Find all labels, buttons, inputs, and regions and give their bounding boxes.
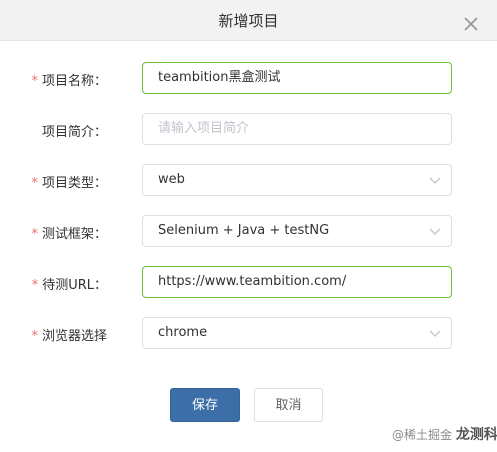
chevron-down-icon [429,330,441,337]
project-name-label: * 项目名称： [31,74,107,89]
watermark-prefix: @稀土掘金 [392,428,453,442]
form-row-project-description: 项目简介： 请输入项目简介 [0,113,497,147]
project-type-label: * 项目类型： [31,176,107,191]
target-url-label: * 待测URL： [31,278,107,293]
dialog-header: 新增项目 [0,0,497,41]
project-name-input[interactable]: teambition黑盒测试 [142,62,452,94]
save-button[interactable]: 保存 [170,388,240,422]
form-row-test-framework: * 测试框架： Selenium + Java + testNG [0,215,497,249]
form-row-project-type: * 项目类型： web [0,164,497,198]
add-project-dialog: 新增项目 * 项目名称： teambition黑盒测试 项目简介： 请输入项目简介… [0,0,497,452]
target-url-input[interactable]: https://www.teambition.com/ [142,266,452,298]
test-framework-select[interactable]: Selenium + Java + testNG [142,215,452,247]
cancel-button[interactable]: 取消 [254,388,323,422]
form-row-project-name: * 项目名称： teambition黑盒测试 [0,62,497,96]
chevron-down-icon [429,177,441,184]
test-framework-label: * 测试框架： [31,227,107,242]
close-icon[interactable] [461,14,481,34]
dialog-title: 新增项目 [218,12,279,30]
project-description-label: 项目简介： [41,125,107,140]
watermark: @稀土掘金 龙测科技 [392,424,497,444]
watermark-brand: 龙测科技 [455,427,497,443]
project-description-input[interactable]: 请输入项目简介 [142,113,452,145]
form-row-browser: * 浏览器选择 chrome [0,317,497,351]
project-type-select[interactable]: web [142,164,452,196]
form-row-target-url: * 待测URL： https://www.teambition.com/ [0,266,497,300]
chevron-down-icon [429,228,441,235]
browser-select[interactable]: chrome [142,317,452,349]
browser-label: * 浏览器选择 [31,329,107,344]
